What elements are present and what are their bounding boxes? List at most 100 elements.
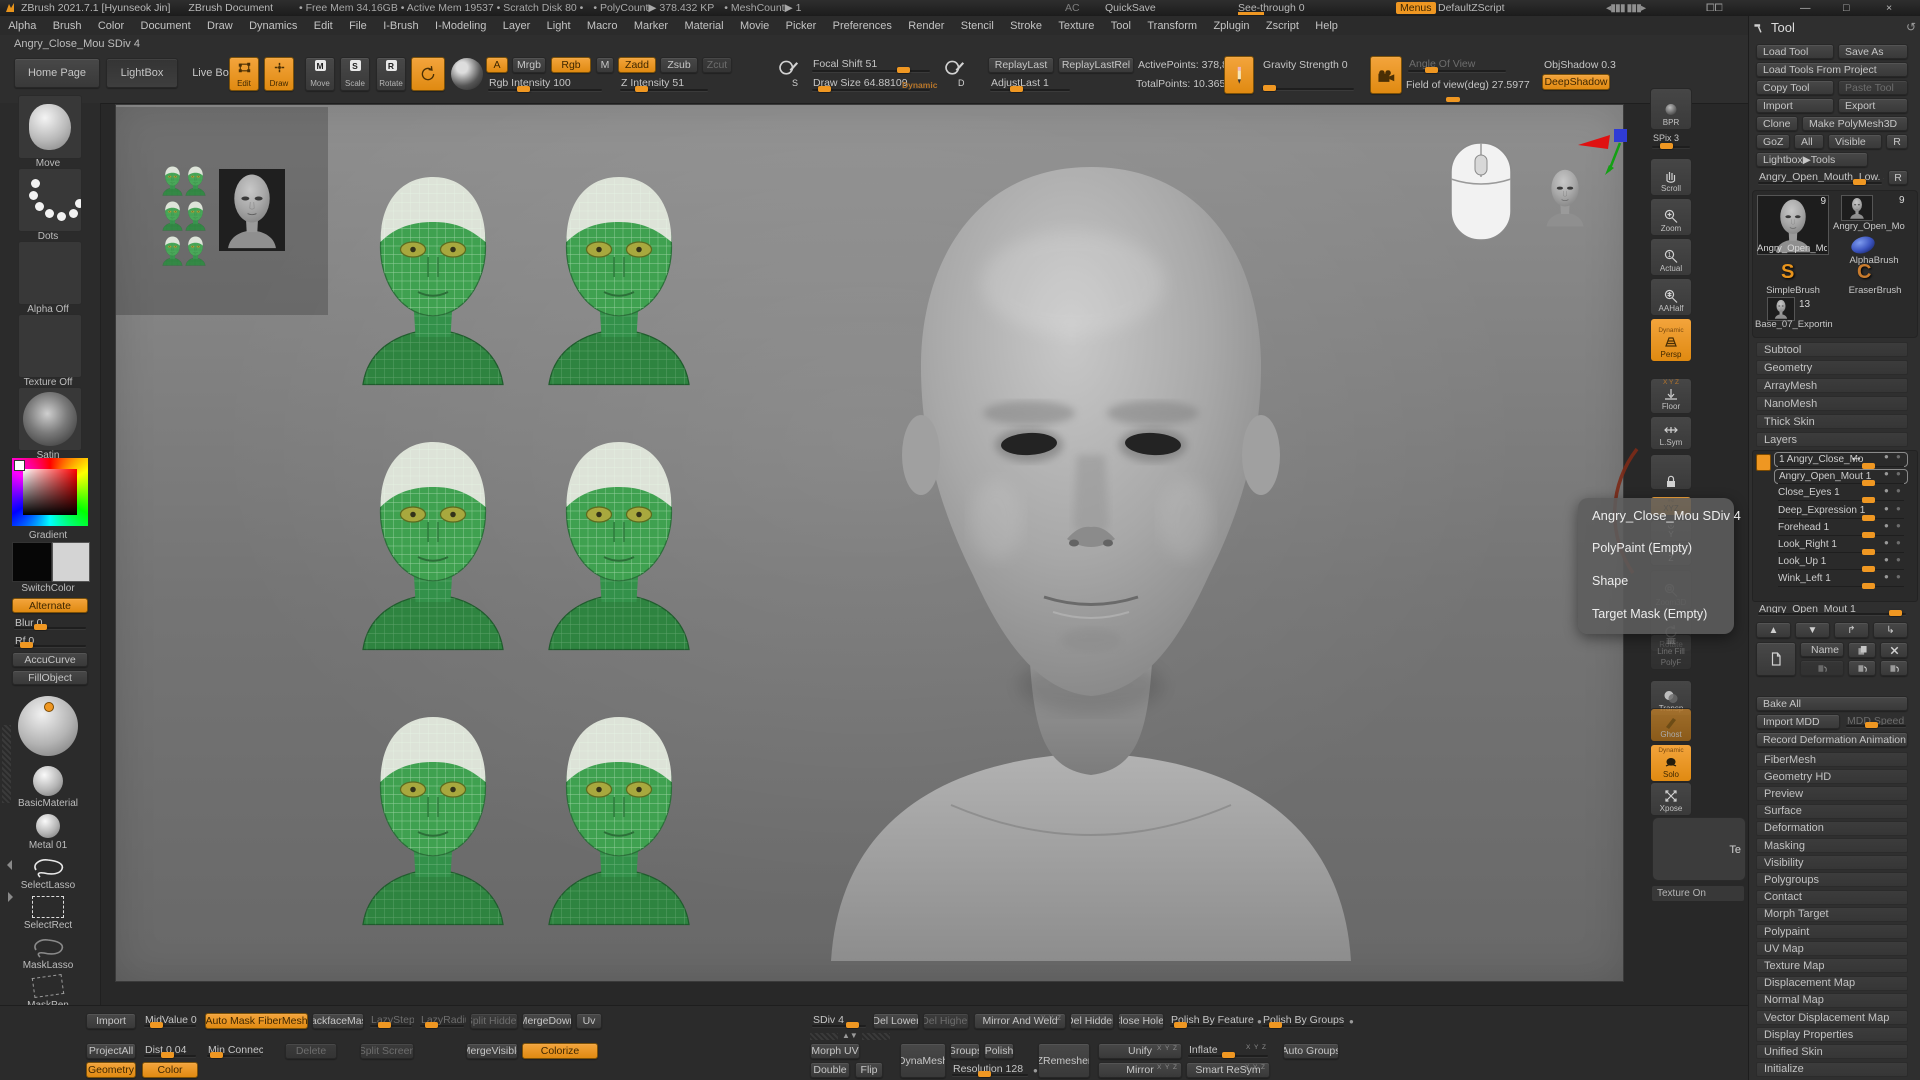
bottom-lazystep-slider[interactable]: LazyStep: [368, 1013, 414, 1029]
goz-visible-button[interactable]: Visible: [1828, 134, 1882, 149]
alpha-off-thumbnail[interactable]: [18, 241, 82, 305]
layer-eye-icon[interactable]: ●: [1896, 572, 1901, 581]
bottom-backfacemask-button[interactable]: BackfaceMask: [312, 1013, 364, 1029]
shelf-ghost-button[interactable]: Ghost: [1650, 708, 1692, 742]
paint-zadd-button[interactable]: Zadd: [618, 57, 656, 73]
panel-reset-icon[interactable]: ↺: [1906, 20, 1916, 34]
name-r-button[interactable]: R: [1888, 170, 1908, 185]
bottom-dynamesh-button[interactable]: DynaMesh: [900, 1043, 946, 1078]
record-deformation-button[interactable]: Record Deformation Animation: [1756, 732, 1908, 747]
spix-slider[interactable]: SPix 3: [1650, 132, 1692, 150]
angle-of-view-handle[interactable]: [1425, 67, 1438, 73]
material-preview-sphere[interactable]: [451, 58, 483, 90]
section-surface[interactable]: Surface: [1756, 804, 1908, 819]
left-tray-scroll[interactable]: [2, 725, 11, 803]
angry-open-mout-1-handle[interactable]: [1889, 610, 1902, 616]
layer-split-button[interactable]: [1848, 660, 1876, 676]
alternate-button[interactable]: Alternate: [12, 598, 88, 613]
mode-rotate-button[interactable]: RRotate: [376, 57, 406, 91]
section-morph-target[interactable]: Morph Target: [1756, 907, 1908, 922]
gravity-strength-slider[interactable]: Gravity Strength 0: [1260, 58, 1356, 92]
layer-eye-icon[interactable]: ●: [1896, 452, 1901, 461]
bottom-geometry-button[interactable]: Geometry: [86, 1062, 136, 1078]
shelf-persp-button[interactable]: DynamicPersp: [1650, 318, 1692, 362]
menu-i-modeling[interactable]: I-Modeling: [427, 20, 495, 32]
replay-last-rel-button[interactable]: ReplayLastRel: [1058, 57, 1134, 73]
section-display-properties[interactable]: Display Properties: [1756, 1027, 1908, 1042]
accucurve-button[interactable]: AccuCurve: [12, 652, 88, 667]
layer-delete-button[interactable]: [1880, 642, 1908, 658]
paint-zsub-button[interactable]: Zsub: [660, 57, 698, 73]
tray-collapse-arrow[interactable]: [2, 860, 12, 870]
move-thumbnail[interactable]: [18, 95, 82, 159]
bottom-unify-button[interactable]: UnifyX Y Z: [1098, 1043, 1182, 1059]
bottom-morph-uv-button[interactable]: Morph UV: [810, 1043, 860, 1059]
tool-name-slider[interactable]: Angry_Open_Mouth_Low. 50: [1756, 170, 1884, 186]
menu-stencil[interactable]: Stencil: [953, 20, 1002, 32]
divider-drag-icon[interactable]: ◂▮▮▮ ▮▮▮▸: [1606, 2, 1645, 14]
section-displacement-map[interactable]: Displacement Map: [1756, 976, 1908, 991]
texture-off-thumbnail[interactable]: [18, 314, 82, 378]
mode-edit-button[interactable]: Edit: [229, 57, 259, 91]
reference-thumb-green[interactable]: [185, 235, 206, 266]
selectrect-icon[interactable]: [28, 896, 68, 918]
focal-shift-51-handle[interactable]: [897, 67, 910, 73]
restore-button[interactable]: □: [1843, 2, 1849, 14]
layer-record-icon[interactable]: ●: [1884, 452, 1889, 461]
stroke-preview-button[interactable]: [411, 57, 445, 91]
menu-texture[interactable]: Texture: [1050, 20, 1102, 32]
paint-rgb-button[interactable]: Rgb: [551, 57, 591, 73]
goz-r-button[interactable]: R: [1886, 134, 1908, 149]
texture-preview-box[interactable]: Te: [1652, 817, 1746, 881]
inflate-handle[interactable]: [1222, 1052, 1235, 1058]
polish-by-groups-dot-icon[interactable]: ●: [1349, 1017, 1354, 1026]
bottom-del-hidden-button[interactable]: Del Hidden: [1070, 1013, 1114, 1029]
home-page-button[interactable]: Home Page: [14, 58, 100, 88]
maskpen-icon[interactable]: [28, 976, 68, 998]
base07-thumb[interactable]: [1767, 297, 1795, 321]
main-color-swatch[interactable]: [12, 542, 52, 582]
section-vector-displacement-map[interactable]: Vector Displacement Map: [1756, 1010, 1908, 1025]
section-contact[interactable]: Contact: [1756, 890, 1908, 905]
shelf-aahalf-button[interactable]: AAHalf: [1650, 278, 1692, 316]
layer-record-icon[interactable]: ●: [1884, 521, 1889, 530]
menu-document[interactable]: Document: [132, 20, 199, 32]
menu-macro[interactable]: Macro: [579, 20, 626, 32]
bottom-groups-button[interactable]: Groups: [950, 1043, 980, 1059]
satin-thumbnail[interactable]: [18, 387, 82, 451]
default-zscript-button[interactable]: DefaultZScript: [1438, 2, 1505, 14]
layer-record-icon[interactable]: ●: [1884, 572, 1889, 581]
window-layout-icon[interactable]: ⧠⧠: [1706, 2, 1723, 15]
sdiv-4-handle[interactable]: [846, 1022, 859, 1028]
paint-mrgb-button[interactable]: Mrgb: [512, 57, 546, 73]
paint-zcut-button[interactable]: Zcut: [702, 57, 732, 73]
menu-stroke[interactable]: Stroke: [1002, 20, 1050, 32]
shelf-bpr-button[interactable]: BPR: [1650, 88, 1692, 130]
menu-draw[interactable]: Draw: [199, 20, 241, 32]
basicmaterial-sphere[interactable]: [33, 766, 63, 796]
polish-by-features-handle[interactable]: [1174, 1022, 1187, 1028]
bottom-collapse-arrows[interactable]: ▲▼: [842, 1031, 858, 1040]
shelf-line-fill-button[interactable]: Line FillPolyF: [1650, 634, 1692, 670]
menu-layer[interactable]: Layer: [495, 20, 539, 32]
layer-move-down-button[interactable]: ▼: [1795, 622, 1830, 638]
shelf-floor-button[interactable]: X Y ZFloor: [1650, 378, 1692, 414]
load-tool-button[interactable]: Load Tool: [1756, 44, 1834, 59]
tool-thumb-2[interactable]: [1841, 195, 1873, 221]
section-normal-map[interactable]: Normal Map: [1756, 993, 1908, 1008]
menu-brush[interactable]: Brush: [45, 20, 90, 32]
shelf-solo-button[interactable]: DynamicSolo: [1650, 744, 1692, 782]
layer-move-up-button[interactable]: ▲: [1756, 622, 1791, 638]
shelf-slider-handle[interactable]: [1446, 97, 1460, 102]
minimize-button[interactable]: —: [1800, 2, 1811, 14]
bottom-del-higher-button[interactable]: Del Higher: [923, 1013, 969, 1029]
menu-dynamics[interactable]: Dynamics: [241, 20, 306, 32]
lightbox-tools-button[interactable]: Lightbox▶Tools: [1756, 152, 1868, 167]
bottom-inflate-slider[interactable]: InflateX Y Z: [1186, 1043, 1270, 1059]
fillobject-button[interactable]: FillObject: [12, 670, 88, 685]
bottom-zremesher-button[interactable]: ZRemesher: [1038, 1043, 1090, 1078]
goz-button[interactable]: GoZ: [1756, 134, 1790, 149]
blur-0-slider[interactable]: Blur 0: [12, 616, 88, 631]
gravity-direction-button[interactable]: [1224, 56, 1254, 94]
import-mdd-button[interactable]: Import MDD: [1756, 714, 1840, 729]
